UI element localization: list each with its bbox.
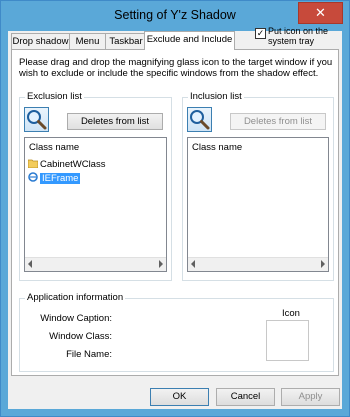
app-icon-preview xyxy=(266,320,309,361)
exclusion-column-header[interactable]: Class name xyxy=(29,142,79,153)
settings-window: Setting of Y'z Shadow ✕ Drop shadow Menu… xyxy=(0,0,350,417)
tab-taskbar[interactable]: Taskbar xyxy=(105,33,147,49)
ok-button[interactable]: OK xyxy=(150,388,209,406)
scroll-left-icon[interactable] xyxy=(28,260,32,268)
exclusion-group: Exclusion list Deletes from list Class n… xyxy=(19,91,172,281)
file-name-label: File Name: xyxy=(66,349,112,360)
inclusion-listbox[interactable]: Class name xyxy=(187,137,329,272)
tray-icon-label-line2: system tray xyxy=(268,36,315,46)
tray-icon-label: Put icon on the system tray xyxy=(268,26,328,46)
close-icon: ✕ xyxy=(315,5,326,20)
list-item[interactable]: CabinetWClass xyxy=(27,159,106,171)
scroll-left-icon[interactable] xyxy=(191,260,195,268)
cancel-button[interactable]: Cancel xyxy=(216,388,275,406)
magnifying-glass-icon xyxy=(190,110,210,130)
inclusion-column-header[interactable]: Class name xyxy=(192,142,242,153)
exclusion-horizontal-scrollbar[interactable] xyxy=(25,257,166,271)
tray-icon-checkbox[interactable]: ✓ xyxy=(255,28,266,39)
exclusion-listbox[interactable]: Class name CabinetWClass IEFrame xyxy=(24,137,167,272)
checkmark-icon: ✓ xyxy=(256,28,265,38)
apply-button[interactable]: Apply xyxy=(281,388,340,406)
window-class-label: Window Class: xyxy=(49,331,112,342)
inclusion-group: Inclusion list Deletes from list Class n… xyxy=(182,91,334,281)
list-item-label: CabinetWClass xyxy=(40,159,106,170)
tray-icon-label-line1: Put icon on the xyxy=(268,26,329,36)
close-button[interactable]: ✕ xyxy=(298,2,343,24)
tab-drop-shadow[interactable]: Drop shadow xyxy=(11,33,70,49)
list-item-label: IEFrame xyxy=(40,173,81,184)
window-caption-label: Window Caption: xyxy=(40,313,112,324)
internet-explorer-icon xyxy=(28,172,38,182)
exclusion-delete-button[interactable]: Deletes from list xyxy=(67,113,163,130)
folder-icon xyxy=(27,159,39,169)
inclusion-magnifier-button[interactable] xyxy=(187,107,212,132)
window-title: Setting of Y'z Shadow xyxy=(114,8,236,22)
tray-icon-option[interactable]: ✓ Put icon on the system tray xyxy=(255,26,345,50)
scroll-right-icon[interactable] xyxy=(159,260,163,268)
exclusion-magnifier-button[interactable] xyxy=(24,107,49,132)
tab-exclude-and-include[interactable]: Exclude and Include xyxy=(144,31,235,50)
magnifying-glass-icon xyxy=(27,110,47,130)
tab-menu[interactable]: Menu xyxy=(69,33,106,49)
app-info-group-title: Application information xyxy=(25,292,126,304)
inclusion-delete-button[interactable]: Deletes from list xyxy=(230,113,326,130)
inclusion-horizontal-scrollbar[interactable] xyxy=(188,257,328,271)
exclude-include-panel: Please drag and drop the magnifying glas… xyxy=(11,49,339,376)
instructions-text: Please drag and drop the magnifying glas… xyxy=(19,57,333,79)
dialog-client-area: Drop shadow Menu Taskbar Exclude and Inc… xyxy=(8,26,342,409)
icon-label: Icon xyxy=(280,308,302,320)
exclusion-group-title: Exclusion list xyxy=(25,91,84,103)
scroll-right-icon[interactable] xyxy=(321,260,325,268)
inclusion-group-title: Inclusion list xyxy=(188,91,244,103)
list-item[interactable]: IEFrame xyxy=(28,172,81,184)
